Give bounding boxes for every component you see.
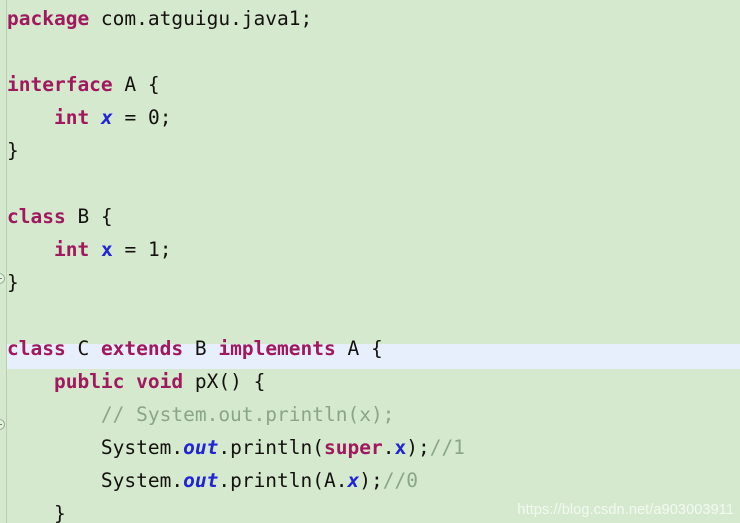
code-token-kw: void bbox=[136, 370, 184, 393]
code-line[interactable]: class C extends B implements A { bbox=[0, 332, 740, 365]
code-line[interactable]: } bbox=[0, 266, 740, 299]
code-token-kw: extends bbox=[100, 337, 184, 360]
code-token-plain: B bbox=[183, 337, 219, 360]
code-token-plain: ; bbox=[159, 238, 172, 261]
code-token-plain: System. bbox=[7, 436, 184, 459]
code-line[interactable]: System.out.println(A.x);//0 bbox=[0, 464, 740, 497]
code-token-field: x bbox=[347, 469, 360, 492]
code-token-plain: pX() { bbox=[183, 370, 266, 393]
code-token-plain: .println( bbox=[218, 436, 325, 459]
code-token-plain: . bbox=[382, 436, 395, 459]
code-line[interactable]: int x = 1; bbox=[0, 233, 740, 266]
code-token-static: out bbox=[183, 469, 219, 492]
code-token-kw: int bbox=[53, 106, 90, 129]
code-token-num: 1 bbox=[147, 238, 160, 261]
code-line[interactable]: package com.atguigu.java1; bbox=[0, 2, 740, 35]
code-line[interactable]: System.out.println(super.x);//1 bbox=[0, 431, 740, 464]
code-token-plain: } bbox=[7, 502, 66, 523]
fold-marker-main-method[interactable] bbox=[0, 419, 5, 430]
gutter-separator-line bbox=[6, 0, 7, 523]
code-token-plain: A { bbox=[335, 337, 383, 360]
code-line[interactable] bbox=[0, 167, 740, 200]
code-token-static: out bbox=[183, 436, 219, 459]
code-token-plain: ); bbox=[359, 469, 383, 492]
code-token-plain: System. bbox=[7, 469, 184, 492]
code-token-plain: } bbox=[7, 139, 19, 162]
code-token-kw: int bbox=[53, 238, 90, 261]
code-editor[interactable]: package com.atguigu.java1; interface A {… bbox=[0, 0, 740, 523]
code-token-kw: super bbox=[324, 436, 383, 459]
code-token-fieldb: x bbox=[100, 238, 113, 261]
code-token-fieldb: x bbox=[394, 436, 407, 459]
code-line[interactable]: } bbox=[0, 134, 740, 167]
code-token-kw: public bbox=[53, 370, 125, 393]
code-line[interactable] bbox=[0, 299, 740, 332]
code-line[interactable]: public void pX() { bbox=[0, 365, 740, 398]
code-token-plain: A { bbox=[112, 73, 160, 96]
code-line[interactable]: class B { bbox=[0, 200, 740, 233]
code-token-kw: package bbox=[7, 7, 90, 30]
code-token-kw: class bbox=[7, 337, 66, 360]
code-token-kw: interface bbox=[7, 73, 113, 96]
code-token-comment: //0 bbox=[382, 469, 418, 492]
code-lines-container[interactable]: package com.atguigu.java1; interface A {… bbox=[0, 0, 740, 523]
code-token-plain: ; bbox=[159, 106, 172, 129]
code-surface[interactable]: package com.atguigu.java1; interface A {… bbox=[0, 0, 740, 523]
code-token-plain: = bbox=[112, 106, 148, 129]
code-token-plain: ); bbox=[406, 436, 430, 459]
code-token-comment: // System.out.println(x); bbox=[100, 403, 395, 426]
fold-marker-pX-method[interactable] bbox=[0, 273, 5, 284]
code-token-comment: //1 bbox=[429, 436, 465, 459]
code-token-field: x bbox=[100, 106, 113, 129]
code-token-plain: com.atguigu.java1; bbox=[89, 7, 313, 30]
code-token-kw: class bbox=[7, 205, 66, 228]
code-token-num: 0 bbox=[147, 106, 160, 129]
code-token-plain: .println(A. bbox=[218, 469, 348, 492]
code-token-plain: C bbox=[65, 337, 101, 360]
code-token-plain: } bbox=[7, 271, 19, 294]
code-line[interactable] bbox=[0, 35, 740, 68]
code-token-plain: B { bbox=[65, 205, 113, 228]
watermark-url: https://blog.csdn.net/a903003911 bbox=[517, 502, 734, 518]
code-token-kw: implements bbox=[218, 337, 336, 360]
code-token-plain: = bbox=[112, 238, 148, 261]
code-line[interactable]: // System.out.println(x); bbox=[0, 398, 740, 431]
code-line[interactable]: interface A { bbox=[0, 68, 740, 101]
code-line[interactable]: int x = 0; bbox=[0, 101, 740, 134]
